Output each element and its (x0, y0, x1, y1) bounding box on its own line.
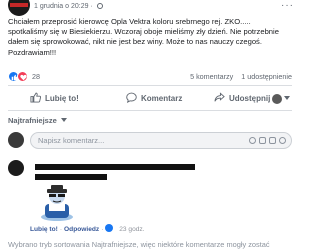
comment-item: Lubię to! · Odpowiedz · 23 godz. (8, 158, 292, 238)
page-avatar-badge (10, 3, 28, 7)
avatar (8, 132, 24, 148)
comment-input-placeholder: Napisz komentarz... (38, 136, 105, 145)
share-button[interactable]: Udostępnij (214, 92, 270, 106)
comment-like-link[interactable]: Lubię to! (30, 226, 58, 233)
redacted-comment-text (35, 174, 107, 180)
post-stats: 28 5 komentarzy 1 udostępnienie (8, 70, 292, 82)
comments-count[interactable]: 5 komentarzy (190, 72, 233, 81)
love-reaction-icon[interactable] (17, 71, 28, 82)
page-avatar[interactable] (8, 0, 30, 16)
chevron-down-icon[interactable] (284, 96, 290, 100)
like-reaction-icon (105, 224, 114, 232)
emoji-icon[interactable] (249, 137, 256, 144)
shares-count[interactable]: 1 udostępnienie (241, 72, 292, 81)
gif-icon[interactable] (269, 137, 276, 144)
comment-bubble (30, 158, 292, 180)
comment-input[interactable]: Napisz komentarz... (30, 132, 292, 149)
post-actions: Lubię to! Komentarz Udostępnij (8, 88, 292, 110)
post-text: Chciałem przeprosić kierowcę Opla Vektra… (8, 17, 279, 57)
comment-composer: Napisz komentarz... (8, 130, 292, 152)
globe-icon (96, 3, 103, 9)
post-meta-text: 1 grudnia o 20:29 · (34, 3, 93, 10)
chevron-down-icon (60, 118, 67, 122)
more-options-icon[interactable]: ··· (281, 0, 294, 11)
divider (8, 110, 292, 111)
comment-timestamp[interactable]: 23 godz. (119, 226, 144, 233)
sticker-image (41, 185, 73, 221)
post-header: 1 grudnia o 20:29 · ··· (0, 0, 300, 16)
post-timestamp[interactable]: 1 grudnia o 20:29 · (34, 3, 103, 10)
commenter-avatar[interactable] (8, 160, 24, 176)
like-button-label: Lubię to! (45, 94, 79, 103)
comment-sort-selector[interactable]: Najtrafniejsze (8, 116, 67, 125)
composer-icons (246, 137, 286, 146)
comment-reply-link[interactable]: Odpowiedz (64, 226, 99, 233)
comment-button-label: Komentarz (141, 94, 183, 103)
thumbs-up-icon (30, 92, 42, 103)
stats-right: 5 komentarzy 1 udostępnienie (190, 72, 292, 81)
sort-label: Najtrafniejsze (8, 116, 57, 125)
comment-icon (126, 92, 137, 103)
share-button-label: Udostępnij (229, 94, 271, 103)
reactions-count[interactable]: 28 (32, 72, 40, 81)
sticker-icon[interactable] (279, 137, 286, 144)
divider (8, 85, 292, 86)
share-icon (214, 92, 225, 102)
camera-icon[interactable] (259, 137, 266, 144)
reaction-profile-avatar[interactable] (272, 94, 282, 104)
redacted-commenter-name (35, 164, 195, 170)
comment-actions: Lubię to! · Odpowiedz · 23 godz. (30, 224, 145, 233)
sorting-footnote: Wybrano tryb sortowania Najtrafniejsze, … (8, 240, 270, 249)
comment-button[interactable]: Komentarz (126, 92, 182, 106)
like-button[interactable]: Lubię to! (30, 92, 79, 106)
